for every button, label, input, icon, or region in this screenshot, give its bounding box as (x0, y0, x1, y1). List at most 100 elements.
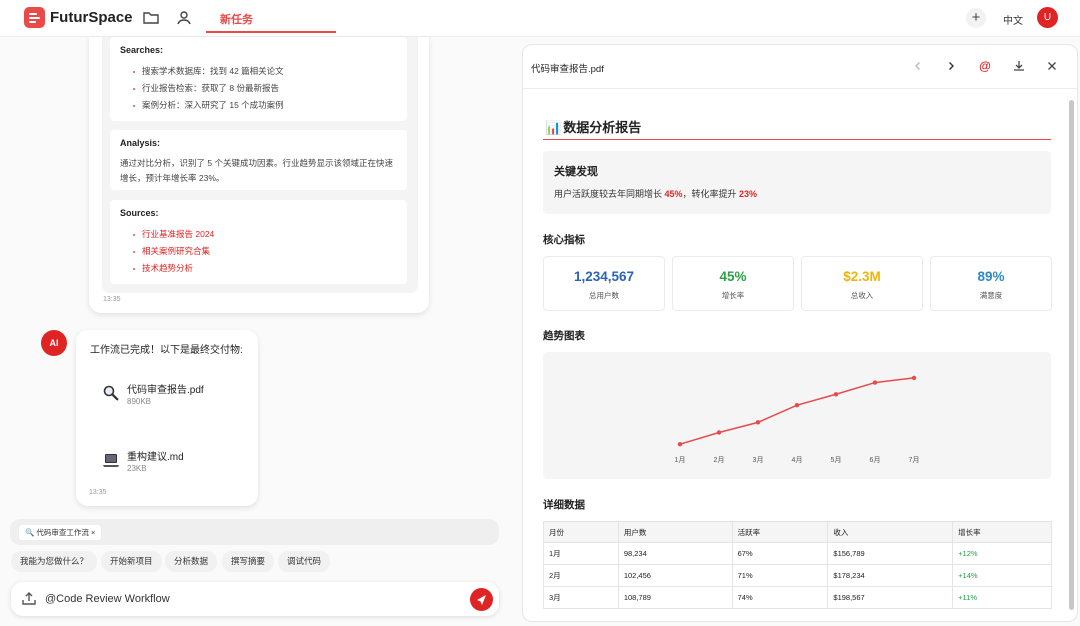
source-link[interactable]: 技术趋势分析 (120, 260, 397, 277)
message-input[interactable] (45, 591, 445, 607)
metric-label: 增长率 (721, 291, 745, 300)
file-name: 代码审查报告.pdf (127, 385, 204, 396)
trend-chart-svg: 1月 2月 3月 4月 5月 6月 7月 (675, 375, 920, 464)
viewer-scrollbar[interactable] (1069, 100, 1074, 610)
laptop-icon (103, 454, 119, 467)
table-cell: +11% (952, 586, 1052, 609)
detail-title: 详细数据 (543, 499, 585, 511)
suggestion-chip[interactable]: 调试代码 (278, 551, 331, 572)
suggestion-chip[interactable]: 分析数据 (165, 551, 218, 572)
column-header: 活跃率 (731, 521, 829, 543)
table-row: 3月 108,789 74% $198,567 +11% (543, 586, 1052, 609)
language-switch[interactable]: 中文 (1003, 12, 1023, 27)
user-avatar[interactable]: U (1037, 7, 1058, 28)
workflow-chip[interactable]: 🔍 代码审查工作流 × (19, 525, 102, 540)
tab-new-task[interactable]: 新任务 (206, 0, 336, 33)
mention-icon[interactable]: @ (978, 59, 992, 73)
metric-label: 总收入 (850, 291, 874, 300)
source-link[interactable]: 相关案例研究合集 (120, 243, 397, 260)
search-item: 搜索学术数据库：找到 42 篇相关论文 (120, 63, 397, 80)
folder-icon[interactable] (141, 8, 161, 28)
magnifier-icon (103, 385, 119, 401)
metric-card: 1,234,567 总用户数 (543, 256, 665, 311)
x-tick-label: 6月 (870, 456, 881, 464)
table-cell: +12% (952, 542, 1052, 565)
close-icon[interactable] (1045, 59, 1059, 73)
searches-title: Searches: (120, 45, 164, 55)
source-link[interactable]: 行业基准报告 2024 (120, 226, 397, 243)
download-icon[interactable] (1012, 59, 1026, 73)
report-title: 📊 数据分析报告 (543, 117, 1051, 140)
metric-card: $2.3M 总收入 (801, 256, 923, 311)
metrics-title: 核心指标 (543, 234, 585, 246)
message-time: 13:35 (89, 489, 107, 496)
logo-icon[interactable] (24, 7, 45, 28)
metric-value: $2.3M (843, 269, 881, 284)
chart-emoji-icon: 📊 (545, 120, 562, 135)
x-tick-label: 7月 (909, 456, 920, 464)
detail-table: 月份 用户数 活跃率 收入 增长率 1月 98,234 67% $156,789… (543, 521, 1052, 609)
document-viewer: 代码审查报告.pdf @ 📊 数据分析报告 关键发现 用户活跃度较去年同期增长 4… (522, 44, 1078, 622)
x-tick-label: 4月 (792, 456, 803, 464)
final-message-text: 工作流已完成！以下是最终交付物: (90, 345, 243, 356)
file-item-refactor[interactable]: 重构建议.md 23KB (102, 448, 252, 482)
table-cell: 108,789 (617, 586, 733, 609)
upload-icon[interactable] (22, 591, 36, 605)
sources-card: Sources: 行业基准报告 2024 相关案例研究合集 技术趋势分析 (110, 200, 407, 284)
x-tick-label: 3月 (753, 456, 764, 464)
file-size: 890KB (127, 397, 152, 406)
file-size: 23KB (127, 464, 147, 473)
send-icon (477, 595, 486, 605)
chevron-left-icon[interactable] (911, 59, 925, 73)
brand-name[interactable]: FuturSpace (50, 9, 133, 26)
search-item: 行业报告检索：获取了 8 份最新报告 (120, 80, 397, 97)
report-title-text: 数据分析报告 (563, 120, 642, 135)
table-header-row: 月份 用户数 活跃率 收入 增长率 (543, 521, 1052, 543)
table-row: 2月 102,456 71% $178,234 +14% (543, 564, 1052, 587)
column-header: 增长率 (952, 521, 1052, 543)
metric-label: 总用户数 (589, 291, 619, 300)
trend-point (911, 375, 917, 381)
suggestion-chip[interactable]: 我能为您做什么？ (11, 551, 98, 572)
search-item: 案例分析：深入研究了 15 个成功案例 (120, 97, 397, 114)
viewer-header: 代码审查报告.pdf @ (523, 45, 1077, 89)
table-cell: $198,567 (827, 586, 954, 609)
top-bar: FuturSpace 新任务 + 中文 U (0, 0, 1080, 37)
trend-line (679, 377, 915, 445)
trend-chart: 1月 2月 3月 4月 5月 6月 7月 (543, 352, 1051, 479)
trend-point (677, 442, 683, 447)
research-message: Searches: 搜索学术数据库：找到 42 篇相关论文 行业报告检索：获取了… (89, 37, 429, 313)
trend-point (872, 380, 878, 385)
trend-point (716, 430, 722, 435)
analysis-title: Analysis: (120, 138, 161, 148)
user-icon[interactable] (174, 8, 194, 28)
metric-label: 满意度 (979, 291, 1003, 300)
file-item-report[interactable]: 代码审查报告.pdf 890KB (102, 381, 252, 415)
analysis-text: 通过对比分析，识别了 5 个关键成功因素。行业趋势显示该领域正在快速增长，预计年… (120, 158, 393, 183)
trend-point (794, 403, 800, 408)
table-cell: 74% (731, 586, 829, 609)
workflow-bar: 🔍 代码审查工作流 × (10, 519, 499, 545)
suggestion-chip[interactable]: 撰写摘要 (222, 551, 275, 572)
suggestion-chip[interactable]: 开始新项目 (101, 551, 162, 572)
table-cell: $178,234 (827, 564, 954, 587)
send-button[interactable] (470, 588, 493, 611)
trend-title: 趋势图表 (543, 330, 585, 342)
column-header: 用户数 (617, 521, 733, 543)
file-name: 重构建议.md (127, 452, 184, 463)
metric-card: 89% 满意度 (930, 256, 1052, 311)
metric-card: 45% 增长率 (672, 256, 794, 311)
message-composer (11, 582, 499, 616)
table-cell: +14% (952, 564, 1052, 587)
column-header: 月份 (543, 521, 619, 543)
add-button[interactable]: + (966, 8, 986, 28)
chevron-right-icon[interactable] (944, 59, 958, 73)
table-cell: 98,234 (617, 542, 733, 565)
x-tick-label: 1月 (675, 456, 686, 464)
final-message: 工作流已完成！以下是最终交付物: 代码审查报告.pdf 890KB 重构建议.m… (76, 330, 258, 506)
table-cell: 3月 (543, 586, 619, 609)
table-cell: 2月 (543, 564, 619, 587)
table-row: 1月 98,234 67% $156,789 +12% (543, 542, 1052, 565)
research-details: Searches: 搜索学术数据库：找到 42 篇相关论文 行业报告检索：获取了… (102, 37, 418, 293)
ai-avatar: AI (41, 330, 67, 356)
